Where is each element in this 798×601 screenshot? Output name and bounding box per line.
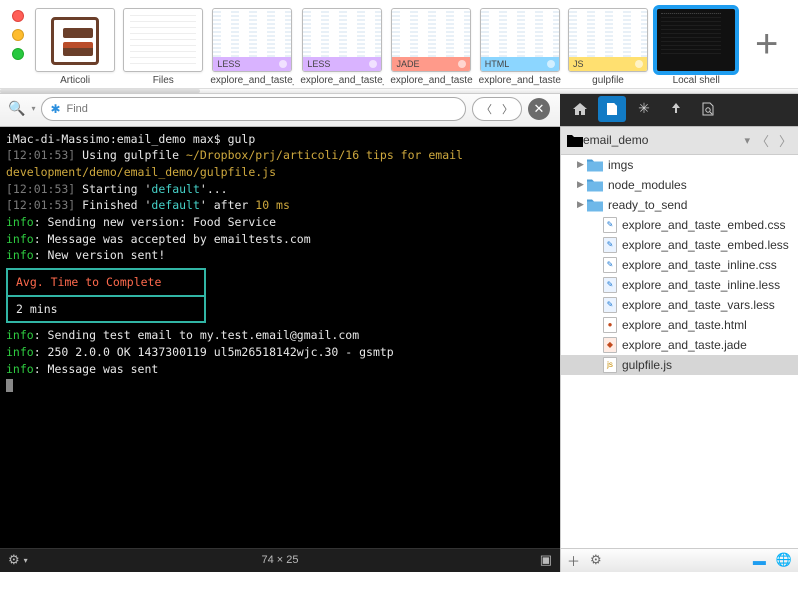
summary-box: Avg. Time to Complete 2 mins — [6, 268, 206, 323]
file-row[interactable]: ✎explore_and_taste_embed.less — [561, 235, 798, 255]
window-controls — [8, 8, 28, 60]
expand-icon[interactable]: ▣ — [540, 552, 552, 568]
tab-jade[interactable]: JADE explore_and_taste — [390, 8, 472, 87]
folder-row[interactable]: ▶ imgs — [561, 155, 798, 175]
file-row[interactable]: ✎explore_and_taste_inline.css — [561, 255, 798, 275]
file-row[interactable]: jsgulpfile.js — [561, 355, 798, 375]
html-file-icon: ● — [603, 317, 617, 333]
less-file-icon: ✎ — [603, 297, 617, 313]
upload-icon[interactable] — [662, 96, 690, 122]
close-find-button[interactable]: ✕ — [528, 98, 550, 120]
file-row[interactable]: ✎explore_and_taste_vars.less — [561, 295, 798, 315]
file-row[interactable]: ●explore_and_taste.html — [561, 315, 798, 335]
file-row[interactable]: ✎explore_and_taste_embed.css — [561, 215, 798, 235]
find-dropdown-icon[interactable]: ▾ — [31, 104, 35, 113]
find-prev-next[interactable]: 〈 〉 — [472, 97, 522, 121]
nav-back-icon[interactable]: 〈 — [756, 131, 769, 150]
minimize-window-button[interactable] — [12, 29, 24, 41]
less-file-icon: ✎ — [603, 237, 617, 253]
disclosure-icon[interactable]: ▶ — [577, 159, 587, 170]
css-file-icon: ✎ — [603, 217, 617, 233]
home-icon[interactable] — [566, 96, 594, 122]
search-files-icon[interactable] — [694, 96, 722, 122]
less-file-icon: ✎ — [603, 277, 617, 293]
local-disk-icon[interactable]: ▬ — [753, 553, 766, 568]
root-dropdown-icon[interactable]: ▾ — [744, 134, 750, 147]
file-tree[interactable]: ▶ imgs ▶ node_modules ▶ ready_to_send ✎e… — [561, 155, 798, 548]
remote-icon[interactable]: 🌐 — [776, 552, 792, 568]
css-file-icon: ✎ — [603, 257, 617, 273]
file-row[interactable]: ✎explore_and_taste_inline.less — [561, 275, 798, 295]
regex-icon[interactable]: ✱ — [50, 102, 60, 116]
sidebar-mode-tabs: ✳ — [560, 92, 798, 126]
terminal-statusbar: ⚙ ▾ 74 × 25 ▣ — [0, 548, 560, 572]
tab-js[interactable]: JS gulpfile — [567, 8, 649, 87]
tab-less-1[interactable]: LESS explore_and_taste_vars — [210, 8, 294, 87]
summary-header: Avg. Time to Complete — [8, 270, 204, 297]
add-file-icon[interactable]: ＋ — [567, 551, 580, 570]
extensions-icon[interactable]: ✳ — [630, 96, 658, 122]
tab-label: explore_and_taste_embed — [300, 75, 384, 87]
close-window-button[interactable] — [12, 10, 24, 22]
zoom-window-button[interactable] — [12, 48, 24, 60]
search-icon[interactable]: 🔍 — [8, 100, 25, 117]
root-folder-name: email_demo — [583, 133, 738, 147]
tab-html[interactable]: HTML explore_and_taste — [479, 8, 561, 87]
tab-label: Articoli — [60, 75, 90, 87]
folder-row[interactable]: ▶ node_modules — [561, 175, 798, 195]
tab-files[interactable]: Files — [122, 8, 204, 87]
tab-label: gulpfile — [592, 75, 624, 87]
terminal-size: 74 × 25 — [261, 554, 298, 566]
tab-scrollbar[interactable] — [0, 88, 798, 94]
gear-dropdown-icon[interactable]: ▾ — [24, 556, 28, 565]
nav-forward-icon[interactable]: 〉 — [779, 131, 792, 150]
find-input[interactable] — [67, 103, 457, 115]
tab-articoli[interactable]: Articoli — [34, 8, 116, 87]
summary-value: 2 mins — [8, 297, 204, 322]
files-panel-icon[interactable] — [598, 96, 626, 122]
tab-local-shell[interactable]: Local shell — [655, 8, 737, 87]
add-tab-button[interactable]: + — [743, 8, 790, 67]
file-row[interactable]: ◆explore_and_taste.jade — [561, 335, 798, 355]
find-prev-icon[interactable]: 〈 — [481, 101, 492, 117]
sidebar-root[interactable]: email_demo ▾ 〈 〉 — [561, 127, 798, 155]
terminal[interactable]: iMac-di-Massimo:email_demo max$ gulp [12… — [0, 127, 560, 548]
app-icon — [51, 17, 99, 65]
tab-label: Local shell — [673, 75, 720, 87]
tab-label: explore_and_taste_vars — [210, 75, 294, 87]
find-bar: 🔍 ▾ ✱ 〈 〉 ✕ ✳ — [0, 92, 798, 127]
js-file-icon: js — [603, 357, 617, 373]
gear-icon[interactable]: ⚙ — [8, 552, 20, 568]
terminal-cursor — [6, 379, 13, 392]
tab-label: explore_and_taste — [479, 75, 561, 87]
terminal-icon — [656, 8, 736, 72]
sidebar-footer: ＋ ⚙ ▬ 🌐 — [560, 548, 798, 572]
find-next-icon[interactable]: 〉 — [502, 101, 513, 117]
file-sidebar: email_demo ▾ 〈 〉 ▶ imgs ▶ node_modules ▶… — [560, 127, 798, 548]
tab-label: explore_and_taste — [390, 75, 472, 87]
tab-strip: Articoli Files LESS explore_and_taste_va… — [0, 0, 798, 92]
folder-row[interactable]: ▶ ready_to_send — [561, 195, 798, 215]
footer-gear-icon[interactable]: ⚙ — [590, 552, 602, 568]
jade-file-icon: ◆ — [603, 337, 617, 353]
tab-label: Files — [153, 75, 174, 87]
tab-less-2[interactable]: LESS explore_and_taste_embed — [300, 8, 384, 87]
